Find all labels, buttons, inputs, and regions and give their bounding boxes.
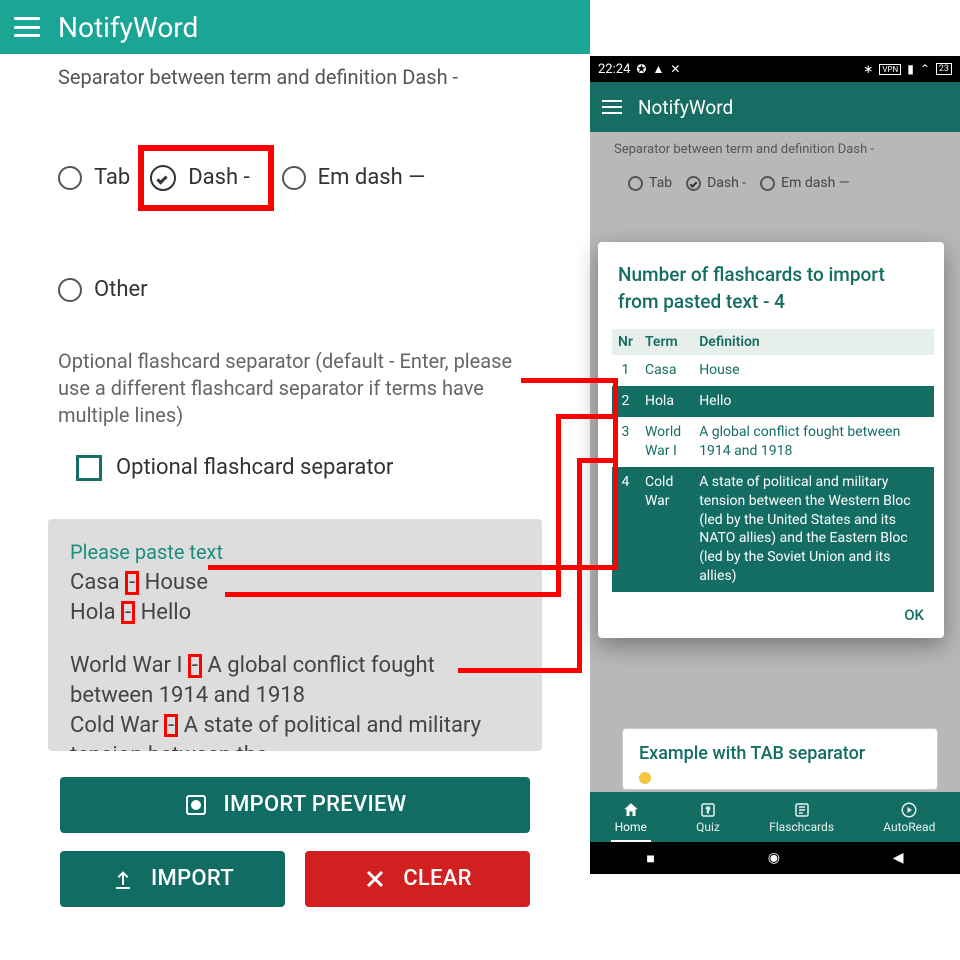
home-button-icon[interactable]: ◉ <box>768 850 780 866</box>
opt-dash-label: Dash - <box>188 163 249 193</box>
paste-textarea[interactable]: Please paste text Casa - House Hola - He… <box>48 519 542 751</box>
clear-button[interactable]: CLEAR <box>305 851 530 907</box>
flashcard-sep-help: Optional flashcard separator (default - … <box>58 348 532 429</box>
checkbox-icon[interactable] <box>76 455 102 481</box>
col-term: Term <box>639 329 693 355</box>
status-icon: ✕ <box>670 62 680 76</box>
phone-opt-dash[interactable]: Dash - <box>686 175 746 191</box>
dash-highlight: Dash - <box>138 145 273 211</box>
app-title: NotifyWord <box>58 11 198 44</box>
left-pane: NotifyWord Separator between term and de… <box>0 0 590 960</box>
example-card-title: Example with TAB separator <box>639 743 921 764</box>
app-bar: NotifyWord <box>0 0 590 54</box>
callout-line <box>577 458 582 673</box>
opt-other[interactable]: Other <box>58 275 148 305</box>
phone-opt-emdash[interactable]: Em dash — <box>760 175 850 191</box>
opt-emdash[interactable]: Em dash — <box>282 163 426 193</box>
phone-opt-tab[interactable]: Tab <box>628 175 672 191</box>
nav-autoread[interactable]: AutoRead <box>883 801 935 834</box>
upload-icon <box>111 867 135 891</box>
menu-icon[interactable] <box>602 100 622 114</box>
opt-tab-label: Tab <box>94 163 130 193</box>
callout-line <box>225 592 561 597</box>
opt-emdash-label: Em dash — <box>318 163 426 193</box>
import-label: IMPORT <box>151 864 234 894</box>
dialog-title: Number of flashcards to import from past… <box>612 262 934 329</box>
radio-icon <box>760 176 775 191</box>
preview-table: Nr Term Definition 1CasaHouse 2HolaHello… <box>612 329 934 592</box>
dash-marker: - <box>164 714 178 738</box>
signal-icon: ▮ <box>907 62 914 76</box>
battery-icon: 23 <box>936 63 952 75</box>
callout-line <box>577 458 617 463</box>
callout-line <box>556 414 561 597</box>
opt-other-label: Other <box>94 275 148 305</box>
preview-icon <box>184 793 208 817</box>
paste-placeholder: Please paste text <box>70 539 520 566</box>
table-row: 4Cold WarA state of political and milita… <box>612 467 934 592</box>
menu-icon[interactable] <box>14 17 40 37</box>
callout-line <box>556 414 618 419</box>
cards-icon <box>793 801 811 819</box>
back-icon[interactable]: ◀ <box>893 850 904 866</box>
dash-marker: - <box>121 601 135 625</box>
clear-label: CLEAR <box>403 864 472 894</box>
recents-icon[interactable]: ■ <box>646 850 654 867</box>
opt-tab[interactable]: Tab <box>58 163 130 193</box>
vpn-icon: VPN <box>879 64 901 75</box>
radio-checked-icon <box>150 165 176 191</box>
quiz-icon: ? <box>699 801 717 819</box>
dash-marker: - <box>125 571 139 595</box>
flashcard-sep-checkbox-label: Optional flashcard separator <box>116 453 393 483</box>
bluetooth-icon: ∗ <box>863 62 873 76</box>
example-card[interactable]: Example with TAB separator <box>622 728 938 790</box>
radio-icon <box>58 166 82 190</box>
table-row: 3World War IA global conflict fought bet… <box>612 417 934 467</box>
callout-line <box>458 668 582 673</box>
phone-app-title: NotifyWord <box>638 96 733 119</box>
opt-dash[interactable]: Dash - <box>150 163 249 193</box>
import-preview-label: IMPORT PREVIEW <box>224 790 407 820</box>
col-def: Definition <box>693 329 934 355</box>
phone-separator-label: Separator between term and definition Da… <box>614 142 936 157</box>
callout-line <box>613 378 618 570</box>
dialog-ok-button[interactable]: OK <box>612 592 934 630</box>
import-preview-dialog: Number of flashcards to import from past… <box>598 242 944 638</box>
table-row: 1CasaHouse <box>612 355 934 386</box>
system-nav: ■ ◉ ◀ <box>590 842 960 874</box>
radio-icon <box>282 166 306 190</box>
status-bar: 22:24 ✪ ▲ ✕ ∗ VPN ▮ ⌃ 23 <box>590 56 960 82</box>
close-icon <box>363 867 387 891</box>
bottom-nav: Home ? Quiz Flaschcards AutoRead <box>590 792 960 842</box>
play-icon <box>900 801 918 819</box>
status-icon: ▲ <box>652 62 664 76</box>
nav-home[interactable]: Home <box>615 801 647 834</box>
svg-text:?: ? <box>706 806 710 816</box>
home-icon <box>622 801 640 819</box>
status-time: 22:24 <box>598 62 630 77</box>
nav-flashcards[interactable]: Flaschcards <box>769 801 834 834</box>
import-preview-button[interactable]: IMPORT PREVIEW <box>60 777 530 833</box>
radio-icon <box>58 278 82 302</box>
nav-quiz[interactable]: ? Quiz <box>696 801 720 834</box>
status-icon: ✪ <box>636 62 646 76</box>
wifi-icon: ⌃ <box>920 62 930 76</box>
radio-icon <box>628 176 643 191</box>
import-button[interactable]: IMPORT <box>60 851 285 907</box>
col-nr: Nr <box>612 329 639 355</box>
bullet-icon <box>639 772 651 784</box>
dash-marker: - <box>188 654 202 678</box>
radio-checked-icon <box>686 176 701 191</box>
table-row: 2HolaHello <box>612 386 934 417</box>
separator-label: Separator between term and definition Da… <box>58 64 532 91</box>
callout-line <box>521 378 617 383</box>
phone-app-bar: NotifyWord <box>590 82 960 132</box>
